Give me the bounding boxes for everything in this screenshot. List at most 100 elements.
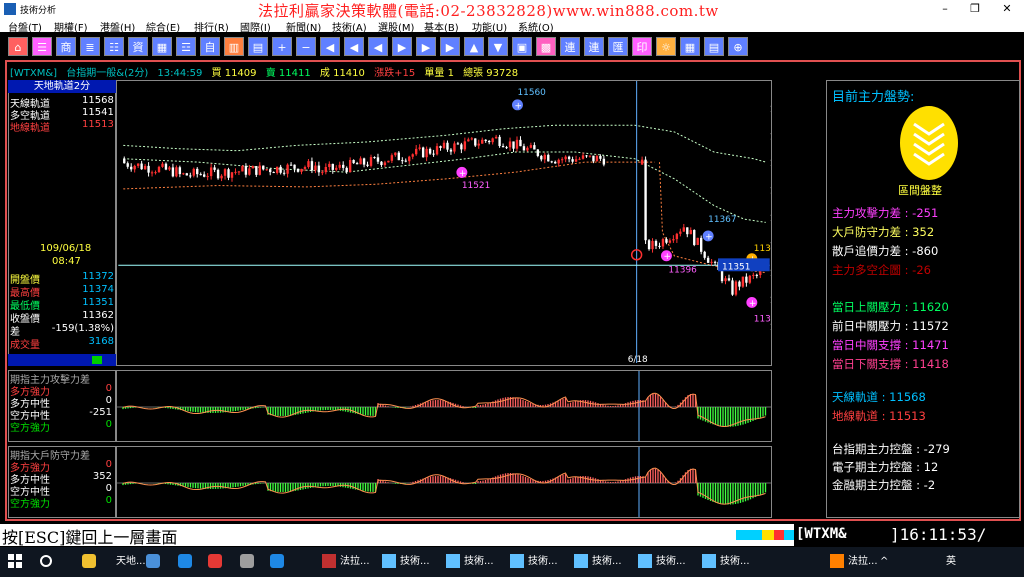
toolbar-button-icon[interactable]: 印 [632, 37, 652, 56]
menu-item[interactable]: 功能(U) [472, 19, 507, 34]
taskbar-window-button[interactable]: 法拉... [830, 547, 878, 577]
status-symbol: [WTXM& [796, 526, 847, 542]
toolbar-button-icon[interactable]: ⌂ [8, 37, 28, 56]
m1-marker-icon[interactable]: + [660, 250, 672, 262]
summary-row: 當日下關支撐 : 11418 [832, 357, 949, 371]
price-value: 3168 [88, 336, 114, 347]
toolbar-button-icon[interactable]: ▶ [392, 37, 412, 56]
app-icon [382, 554, 396, 568]
bid-price: 買 11409 [211, 68, 257, 79]
taskbar-window-button[interactable]: 技術... [574, 547, 622, 577]
taskbar-pinned-icon[interactable] [178, 547, 196, 577]
menu-item[interactable]: 台盤(T) [8, 19, 42, 34]
tray-chevron[interactable]: ^ [880, 547, 888, 577]
maximize-button[interactable]: ❐ [960, 0, 990, 18]
indicator-row-label: 空方強力 [10, 423, 50, 434]
toolbar-button-icon[interactable]: ▤ [248, 37, 268, 56]
summary-row: 當日中關支撐 : 11471 [832, 338, 949, 352]
taskbar-window-button[interactable]: 技術... [382, 547, 430, 577]
banner-text: 法拉利贏家決策軟體(電話:02-23832828)www.win888.com.… [258, 2, 719, 20]
start-button[interactable] [8, 547, 22, 577]
app-icon [574, 554, 588, 568]
toolbar-button-icon[interactable]: 商 [56, 37, 76, 56]
toolbar-button-icon[interactable]: ▤ [704, 37, 724, 56]
toolbar-button-icon[interactable]: ☲ [176, 37, 196, 56]
price-tick: 11341 [770, 269, 772, 279]
toolbar-button-icon[interactable]: 匯 [608, 37, 628, 56]
toolbar-button-icon[interactable]: ▦ [152, 37, 172, 56]
minimize-button[interactable]: – [930, 0, 960, 18]
menu-item[interactable]: 國際(I) [240, 19, 271, 34]
menu-item[interactable]: 港盤(H) [100, 19, 135, 34]
attack-force-chart[interactable]: 1246.560.00-1246.56 [116, 370, 772, 442]
toolbar-button-icon[interactable]: ☰ [32, 37, 52, 56]
toolbar-button-icon[interactable]: ▩ [536, 37, 556, 56]
toolbar-button-icon[interactable]: ▶ [416, 37, 436, 56]
toolbar-button-icon[interactable]: + [272, 37, 292, 56]
taskbar-pinned-icon[interactable] [82, 547, 100, 577]
toolbar-button-icon[interactable]: ▶ [440, 37, 460, 56]
summary-row: 當日上關壓力 : 11620 [832, 300, 949, 314]
toolbar-button-icon[interactable]: 自 [200, 37, 220, 56]
taskbar-label: 技術... [528, 556, 558, 567]
close-button[interactable]: ✕ [992, 0, 1022, 18]
toolbar-button-icon[interactable]: − [296, 37, 316, 56]
app-icon [510, 554, 524, 568]
taskbar-window-button[interactable]: 天地... [116, 547, 146, 577]
search-taskbar-icon[interactable] [40, 547, 58, 577]
toolbar-button-icon[interactable]: ▦ [680, 37, 700, 56]
taskbar-label: 技術... [400, 556, 430, 567]
m4-marker-icon[interactable]: + [746, 296, 758, 309]
taskbar-window-button[interactable]: 技術... [702, 547, 750, 577]
high-marker-icon[interactable]: + [512, 99, 523, 111]
menu-item[interactable]: 期權(F) [54, 19, 88, 34]
toolbar-button-icon[interactable]: 資 [128, 37, 148, 56]
toolbar-button-icon[interactable]: ◀ [344, 37, 364, 56]
esc-hint: 按[ESC]鍵回上一層畫面 [2, 528, 178, 547]
taskbar-pinned-icon[interactable] [146, 547, 164, 577]
taskbar-window-button[interactable]: 技術... [446, 547, 494, 577]
m2-marker-icon[interactable]: + [702, 230, 714, 242]
toolbar-button-icon[interactable]: ◀ [320, 37, 340, 56]
price-label: 成交量 [10, 340, 40, 351]
toolbar-button-icon[interactable]: ▲ [464, 37, 484, 56]
taskbar-pinned-icon[interactable] [208, 547, 226, 577]
toolbar-button-icon[interactable]: ◀ [368, 37, 388, 56]
taskbar-label: 法拉... [848, 556, 878, 567]
menu-item[interactable]: 選股(M) [378, 19, 414, 34]
symbol-name: 台指期一般&(2分) [66, 68, 149, 79]
taskbar-pinned-icon[interactable] [240, 547, 258, 577]
toolbar-button-icon[interactable]: ☼ [656, 37, 676, 56]
candlestick-chart[interactable]: 1158611545115051146411423113821134111301… [116, 80, 772, 366]
taskbar-label: 法拉... [340, 556, 370, 567]
app-icon [322, 554, 336, 568]
menu-item[interactable]: 新聞(N) [286, 19, 321, 34]
taskbar-window-button[interactable]: 法拉... [322, 547, 370, 577]
defense-force-chart[interactable]: 1450.780.00-1450.78 [116, 446, 772, 518]
menu-item[interactable]: 排行(R) [194, 19, 229, 34]
menu-item[interactable]: 系統(O) [518, 19, 554, 34]
status-clock: ]16:11:53/ [890, 525, 987, 544]
taskbar-window-button[interactable]: 技術... [638, 547, 686, 577]
quote-info-line: [WTXM&] 台指期一般&(2分) 13:44:59 買 11409 賣 11… [10, 64, 524, 79]
taskbar-label: 技術... [592, 556, 622, 567]
toolbar-button-icon[interactable]: ▣ [512, 37, 532, 56]
low-marker-icon[interactable]: + [456, 166, 468, 179]
menu-item[interactable]: 綜合(E) [146, 19, 180, 34]
toolbar-button-icon[interactable]: ▼ [488, 37, 508, 56]
band-value: 11568 [82, 95, 114, 106]
deal-price: 成 11410 [319, 68, 365, 79]
toolbar-button-icon[interactable]: 連 [584, 37, 604, 56]
toolbar-button-icon[interactable]: ≣ [80, 37, 100, 56]
ime-indicator[interactable]: 英 [946, 547, 956, 577]
menu-item[interactable]: 技術(A) [332, 19, 367, 34]
taskbar-pinned-icon[interactable] [270, 547, 288, 577]
toolbar-button-icon[interactable]: ⊕ [728, 37, 748, 56]
toolbar-button-icon[interactable]: ▥ [224, 37, 244, 56]
taskbar-window-button[interactable]: 技術... [510, 547, 558, 577]
toolbar-button-icon[interactable]: 連 [560, 37, 580, 56]
band-label: 地線軌道 [10, 123, 50, 134]
symbol-code: [WTXM&] [10, 68, 58, 79]
toolbar-button-icon[interactable]: ☷ [104, 37, 124, 56]
menu-item[interactable]: 基本(B) [424, 19, 459, 34]
